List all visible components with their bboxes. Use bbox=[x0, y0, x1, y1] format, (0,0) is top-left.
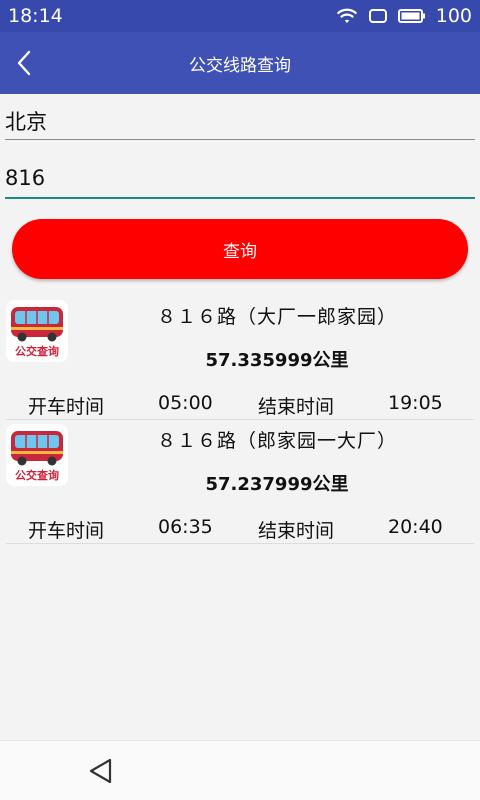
bus-icon bbox=[11, 431, 63, 466]
page-title: 公交线路查询 bbox=[189, 56, 291, 76]
battery-level: 100 bbox=[435, 5, 472, 27]
icon-caption: 公交查询 bbox=[15, 469, 59, 482]
bus-app-icon: 公交查询 bbox=[6, 300, 68, 362]
recent-apps-icon bbox=[368, 9, 387, 23]
end-time: 19:05 bbox=[388, 392, 443, 414]
icon-caption: 公交查询 bbox=[15, 345, 59, 358]
end-time-label: 结束时间 bbox=[258, 520, 335, 542]
time-row: 开车时间 06:35 结束时间 20:40 bbox=[6, 516, 474, 542]
status-icons: 100 bbox=[336, 4, 472, 28]
nav-back-button[interactable] bbox=[86, 755, 116, 787]
route-number-input[interactable] bbox=[5, 165, 475, 199]
app-bar: 公交线路查询 bbox=[0, 32, 480, 94]
start-time: 05:00 bbox=[158, 392, 213, 414]
status-bar: 18:14 100 bbox=[0, 0, 480, 32]
city-input[interactable] bbox=[5, 108, 475, 140]
route-name: ８１６路（郎家园一大厂） bbox=[156, 430, 397, 452]
query-button[interactable]: 查询 bbox=[12, 219, 468, 279]
wifi-icon bbox=[336, 8, 357, 23]
start-time-label: 开车时间 bbox=[28, 520, 105, 542]
start-time: 06:35 bbox=[158, 516, 213, 538]
navigation-bar bbox=[0, 740, 480, 800]
list-item[interactable]: 公交查询 ８１６路（郎家园一大厂） 57.237999公里 开车时间 06:35… bbox=[6, 420, 474, 544]
route-distance: 57.335999公里 bbox=[205, 350, 349, 371]
bus-app-icon: 公交查询 bbox=[6, 424, 68, 486]
time-row: 开车时间 05:00 结束时间 19:05 bbox=[6, 392, 474, 418]
status-time: 18:14 bbox=[8, 5, 63, 27]
bus-icon bbox=[11, 307, 63, 342]
route-name: ８１６路（大厂一郎家园） bbox=[156, 306, 397, 328]
triangle-back-icon bbox=[89, 758, 112, 784]
list-item[interactable]: 公交查询 ８１６路（大厂一郎家园） 57.335999公里 开车时间 05:00… bbox=[6, 296, 474, 420]
route-distance: 57.237999公里 bbox=[205, 474, 349, 495]
battery-icon bbox=[397, 9, 425, 23]
start-time-label: 开车时间 bbox=[28, 396, 105, 418]
end-time: 20:40 bbox=[388, 516, 443, 538]
end-time-label: 结束时间 bbox=[258, 396, 335, 418]
